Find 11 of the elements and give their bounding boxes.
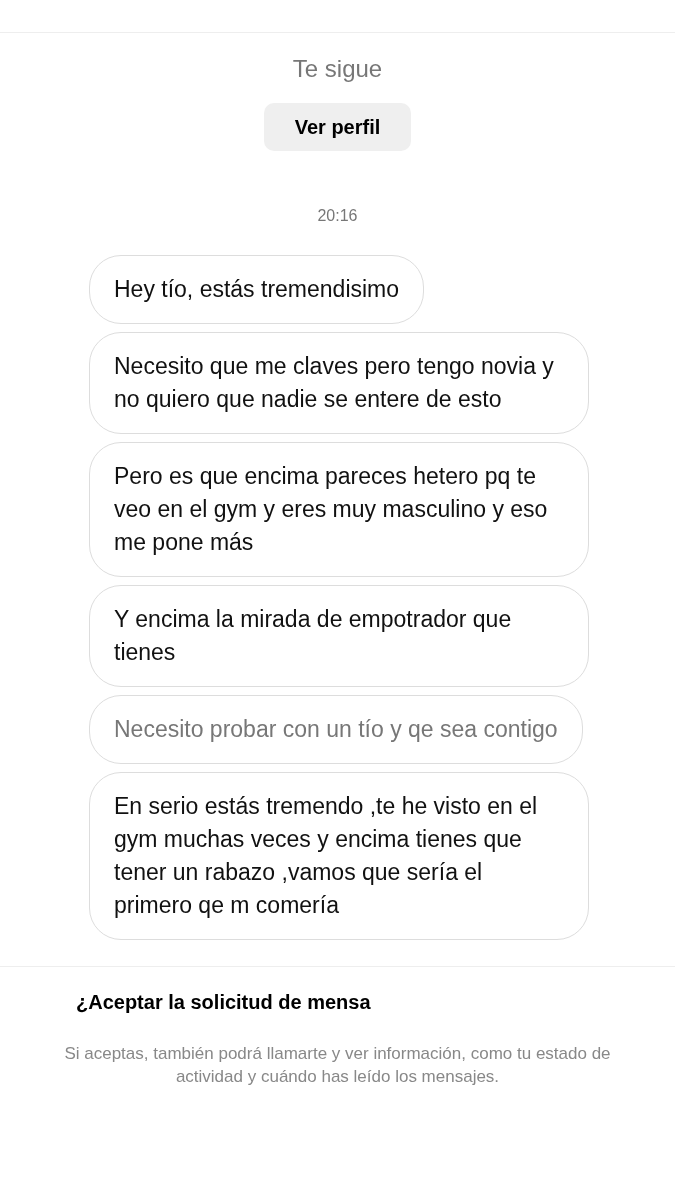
view-profile-button[interactable]: Ver perfil xyxy=(264,103,411,151)
message-bubble: Hey tío, estás tremendisimo xyxy=(89,255,425,324)
message-bubble: Pero es que encima pareces hetero pq te veo en el gym y eres muy masculino y eso me pone más xyxy=(89,442,589,577)
request-title: ¿Aceptar la solicitud de mensa xyxy=(76,991,371,1014)
message-bubble: Necesito probar con un tío y qe sea contigo xyxy=(89,695,583,764)
message-bubble: En serio estás tremendo ,te he visto en el gym muchas veces y encima tienes que tener un rabazo ,vamos que sería el primero qe m comería xyxy=(89,772,589,940)
follow-status: Te sigue xyxy=(292,55,383,83)
message-timestamp: 20:16 xyxy=(317,207,358,225)
message-bubble: Necesito que me claves pero tengo novia y no quiero que nadie se entere de esto xyxy=(89,332,589,434)
message-bubble: Y encima la mirada de empotrador que tienes xyxy=(89,585,589,687)
request-description: Si aceptas, también podrá llamarte y ver información, como tu estado de actividad y cuándo has leído los mensajes. xyxy=(63,1043,612,1088)
